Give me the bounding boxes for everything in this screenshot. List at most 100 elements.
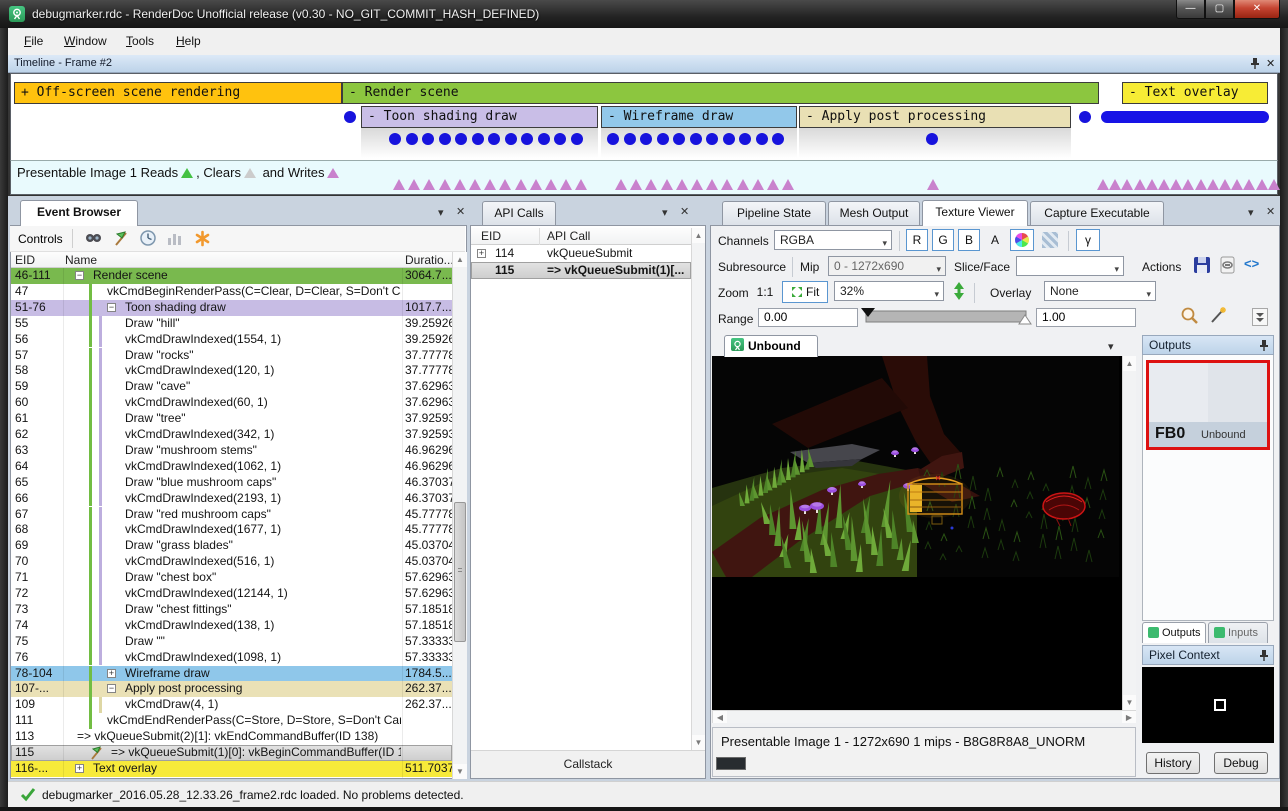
expander-icon[interactable]: − bbox=[107, 684, 116, 693]
close-icon[interactable]: ✕ bbox=[1266, 57, 1275, 70]
custom-shader-icon[interactable]: <> bbox=[1244, 256, 1259, 271]
usage-triangle[interactable] bbox=[691, 179, 703, 190]
usage-triangle[interactable] bbox=[1231, 179, 1243, 190]
usage-triangle[interactable] bbox=[737, 179, 749, 190]
timeline-draw-dot[interactable] bbox=[673, 133, 685, 145]
event-row[interactable]: 109vkCmdDraw(4, 1)262.37... bbox=[11, 697, 452, 713]
col-api-call[interactable]: API Call bbox=[547, 229, 590, 243]
tab-event-browser[interactable]: Event Browser bbox=[20, 200, 138, 226]
pin-icon[interactable] bbox=[1249, 56, 1261, 73]
col-eid[interactable]: EID bbox=[481, 229, 501, 243]
event-row[interactable]: 74vkCmdDrawIndexed(138, 1)57.18518 bbox=[11, 618, 452, 634]
usage-triangle[interactable] bbox=[393, 179, 405, 190]
event-row[interactable]: 113=> vkQueueSubmit(2)[1]: vkEndCommandB… bbox=[11, 729, 452, 745]
usage-triangle[interactable] bbox=[1207, 179, 1219, 190]
timeline-draw-dot[interactable] bbox=[571, 133, 583, 145]
usage-triangle[interactable] bbox=[1146, 179, 1158, 190]
usage-triangle[interactable] bbox=[1097, 179, 1109, 190]
event-row[interactable]: 56vkCmdDrawIndexed(1554, 1)39.25926 bbox=[11, 332, 452, 348]
event-row[interactable]: 72vkCmdDrawIndexed(12144, 1)57.62963 bbox=[11, 586, 452, 602]
timeline-draw-dot[interactable] bbox=[554, 133, 566, 145]
usage-triangle[interactable] bbox=[1182, 179, 1194, 190]
controls-menu[interactable]: Controls bbox=[18, 232, 63, 246]
event-row[interactable]: 62vkCmdDrawIndexed(342, 1)37.92593 bbox=[11, 427, 452, 443]
timeline-draw-dot[interactable] bbox=[607, 133, 619, 145]
callstack-footer[interactable]: Callstack bbox=[471, 750, 705, 778]
pixel-context-display[interactable] bbox=[1142, 667, 1274, 743]
close-icon[interactable]: ✕ bbox=[456, 205, 465, 218]
chevron-down-icon[interactable]: ▾ bbox=[662, 206, 668, 219]
event-row[interactable]: 58vkCmdDrawIndexed(120, 1)37.77778 bbox=[11, 363, 452, 379]
timeline-draw-dot[interactable] bbox=[657, 133, 669, 145]
timeline-draw-dot[interactable] bbox=[538, 133, 550, 145]
gamma-toggle[interactable]: γ bbox=[1076, 229, 1100, 251]
texture-tab-unbound[interactable]: Unbound bbox=[724, 335, 818, 357]
event-row[interactable]: 63Draw "mushroom stems"46.96296 bbox=[11, 443, 452, 459]
col-duration[interactable]: Duratio... bbox=[405, 253, 454, 267]
close-button[interactable]: ✕ bbox=[1234, 0, 1280, 19]
event-row[interactable]: 68vkCmdDrawIndexed(1677, 1)45.77778 bbox=[11, 522, 452, 538]
viewport-hscrollbar[interactable]: ◀▶ bbox=[712, 710, 1136, 723]
event-row[interactable]: 61Draw "tree"37.92593 bbox=[11, 411, 452, 427]
channel-green-toggle[interactable]: G bbox=[932, 229, 954, 251]
usage-triangle[interactable] bbox=[1121, 179, 1133, 190]
event-browser-scrollbar[interactable]: ▲▼ bbox=[452, 252, 467, 779]
mip-select[interactable]: 0 - 1272x690▾ bbox=[828, 256, 946, 276]
timeline-draw-dot[interactable] bbox=[455, 133, 467, 145]
event-row[interactable]: 47vkCmdBeginRenderPass(C=Clear, D=Clear,… bbox=[11, 284, 452, 300]
event-row[interactable]: 64vkCmdDrawIndexed(1062, 1)46.96296 bbox=[11, 459, 452, 475]
usage-triangle[interactable] bbox=[927, 179, 939, 190]
texture-display[interactable] bbox=[712, 356, 1122, 710]
save-texture-icon[interactable] bbox=[1192, 255, 1212, 280]
usage-triangle[interactable] bbox=[560, 179, 572, 190]
range-min-input[interactable]: 0.00 bbox=[758, 308, 858, 327]
tab-capture-executable[interactable]: Capture Executable bbox=[1030, 201, 1164, 225]
timeline-draw-dot[interactable] bbox=[756, 133, 768, 145]
usage-triangle[interactable] bbox=[721, 179, 733, 190]
timeline-draw-dot[interactable] bbox=[1079, 111, 1091, 123]
usage-triangle[interactable] bbox=[1109, 179, 1121, 190]
usage-triangle[interactable] bbox=[1243, 179, 1255, 190]
slice-face-select[interactable]: ▾ bbox=[1016, 256, 1124, 276]
bookmark-icon[interactable] bbox=[194, 230, 211, 252]
tab-api-calls[interactable]: API Calls bbox=[482, 201, 556, 225]
fb0-thumbnail[interactable]: FB0 Unbound bbox=[1146, 360, 1270, 450]
scroll-right-icon[interactable]: ▶ bbox=[1122, 711, 1136, 723]
timeline-marker[interactable]: - Wireframe draw bbox=[601, 106, 797, 128]
usage-triangle[interactable] bbox=[499, 179, 511, 190]
checkerboard-toggle[interactable] bbox=[1038, 229, 1062, 251]
flip-y-icon[interactable] bbox=[952, 281, 966, 306]
usage-triangle[interactable] bbox=[752, 179, 764, 190]
event-row[interactable]: 51-76−Toon shading draw1017.7... bbox=[11, 300, 452, 316]
api-call-row[interactable]: 115=> vkQueueSubmit(1)[... bbox=[471, 262, 691, 279]
usage-triangle[interactable] bbox=[767, 179, 779, 190]
usage-triangle[interactable] bbox=[645, 179, 657, 190]
timeline-draw-dot[interactable] bbox=[926, 133, 938, 145]
event-row[interactable]: 70vkCmdDrawIndexed(516, 1)45.03704 bbox=[11, 554, 452, 570]
autofit-wand-icon[interactable] bbox=[1208, 305, 1228, 330]
timeline-draw-dot[interactable] bbox=[706, 133, 718, 145]
tab-texture-viewer[interactable]: Texture Viewer bbox=[922, 200, 1028, 226]
close-icon[interactable]: ✕ bbox=[680, 205, 689, 218]
scroll-down-icon[interactable]: ▼ bbox=[1123, 695, 1136, 710]
menu-tools[interactable]: Tools bbox=[126, 34, 154, 48]
menu-file[interactable]: File bbox=[24, 34, 43, 48]
timeline-draw-dot[interactable] bbox=[505, 133, 517, 145]
timeline-marker[interactable]: - Text overlay bbox=[1122, 82, 1268, 104]
usage-triangle[interactable] bbox=[661, 179, 673, 190]
usage-triangle[interactable] bbox=[1170, 179, 1182, 190]
chevron-down-icon[interactable]: ▾ bbox=[438, 206, 444, 219]
event-row[interactable]: 69Draw "grass blades"45.03704 bbox=[11, 538, 452, 554]
timeline-draw-dot[interactable] bbox=[723, 133, 735, 145]
scroll-up-icon[interactable]: ▲ bbox=[1123, 356, 1136, 371]
timeline-draw-dot[interactable] bbox=[624, 133, 636, 145]
scroll-down-icon[interactable]: ▼ bbox=[453, 764, 467, 779]
event-row[interactable]: 55Draw "hill"39.25926 bbox=[11, 316, 452, 332]
timeline-marker[interactable]: + Off-screen scene rendering bbox=[14, 82, 342, 104]
timeline-draw-dot[interactable] bbox=[640, 133, 652, 145]
usage-triangle[interactable] bbox=[469, 179, 481, 190]
col-eid[interactable]: EID bbox=[15, 253, 35, 267]
scroll-up-icon[interactable]: ▲ bbox=[453, 252, 467, 267]
timeline-draw-dot[interactable] bbox=[739, 133, 751, 145]
usage-triangle[interactable] bbox=[545, 179, 557, 190]
